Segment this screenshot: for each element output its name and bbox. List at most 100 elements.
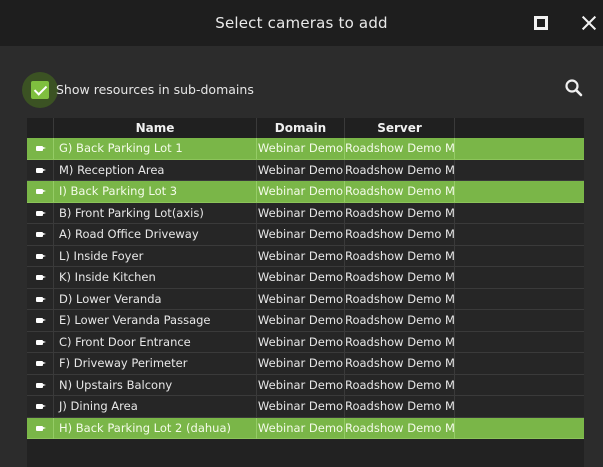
camera-name-cell: L) Inside Foyer xyxy=(54,245,257,267)
domain-cell: Webinar Demo xyxy=(257,396,345,417)
empty-cell xyxy=(455,203,584,224)
empty-cell xyxy=(455,160,584,181)
close-icon[interactable] xyxy=(575,9,603,37)
search-icon[interactable] xyxy=(562,76,586,100)
empty-cell xyxy=(455,332,584,353)
server-cell: Roadshow Demo MSTR xyxy=(345,374,455,396)
camera-icon xyxy=(36,404,46,409)
table-row[interactable]: M) Reception Area Webinar Demo Roadshow De… xyxy=(27,159,584,181)
camera-icon-cell xyxy=(27,224,54,245)
table-row[interactable]: E) Lower Veranda Passage Webinar Demo Road… xyxy=(27,310,584,332)
camera-name-cell: K) Inside Kitchen xyxy=(54,267,257,288)
table-row[interactable]: N) Upstairs Balcony Webinar Demo Roadshow … xyxy=(27,374,584,396)
server-cell: Roadshow Demo MSTR xyxy=(345,310,455,331)
camera-icon xyxy=(36,167,46,173)
camera-icon xyxy=(36,189,46,194)
domain-cell: Webinar Demo xyxy=(257,374,345,396)
table-row[interactable]: A) Road Office Driveway Webinar Demo Roads… xyxy=(27,224,584,246)
column-header-icon xyxy=(27,118,54,138)
server-cell: Roadshow Demo MSTR xyxy=(345,224,455,245)
camera-name-cell: I) Back Parking Lot 3 xyxy=(54,181,257,202)
show-subdomains-checkbox[interactable]: Show resources in sub-domains xyxy=(22,72,282,108)
checkbox-checked-icon[interactable] xyxy=(31,81,49,99)
camera-name-cell: D) Lower Veranda xyxy=(54,288,257,310)
server-cell: Roadshow Demo MSTR xyxy=(345,396,455,417)
table-row[interactable]: B) Front Parking Lot(axis) Webinar Demo Ro… xyxy=(27,202,584,224)
empty-cell xyxy=(455,181,584,202)
server-cell: Roadshow Demo MSTR xyxy=(345,417,455,439)
column-header-domain[interactable]: Domain xyxy=(257,118,345,138)
empty-cell xyxy=(455,246,584,267)
domain-cell: Webinar Demo xyxy=(257,267,345,288)
domain-cell: Webinar Demo xyxy=(257,288,345,310)
camera-name-cell: A) Road Office Driveway xyxy=(54,224,257,245)
camera-icon-cell xyxy=(27,396,54,417)
empty-cell xyxy=(455,289,584,310)
table-row[interactable]: I) Back Parking Lot 3 Webinar Demo Roadsho… xyxy=(27,181,584,203)
camera-icon-cell xyxy=(27,159,54,181)
table-row[interactable]: C) Front Door Entrance Webinar Demo Roadsh… xyxy=(27,331,584,353)
domain-cell: Webinar Demo xyxy=(257,224,345,245)
domain-cell: Webinar Demo xyxy=(257,417,345,439)
camera-icon-cell xyxy=(27,288,54,310)
server-cell: Roadshow Demo MSTR xyxy=(345,288,455,310)
table-body: G) Back Parking Lot 1 Webinar Demo Roadsho… xyxy=(27,138,584,439)
table-row[interactable]: G) Back Parking Lot 1 Webinar Demo Roadsho… xyxy=(27,138,584,160)
table-row[interactable]: D) Lower Veranda Webinar Demo Roadshow Dem… xyxy=(27,288,584,310)
table-row[interactable]: J) Dining Area Webinar Demo Roadshow Demo … xyxy=(27,396,584,418)
domain-cell: Webinar Demo xyxy=(257,310,345,331)
camera-icon xyxy=(36,382,46,388)
column-header-extra xyxy=(455,118,584,138)
empty-cell xyxy=(455,138,584,159)
camera-name-cell: H) Back Parking Lot 2 (dahua) xyxy=(54,417,257,439)
column-header-name[interactable]: Name xyxy=(54,118,257,138)
server-cell: Roadshow Demo MSTR xyxy=(345,353,455,374)
domain-cell: Webinar Demo xyxy=(257,159,345,181)
domain-cell: Webinar Demo xyxy=(257,202,345,224)
cameras-table: Name Domain Server G) Back Parking Lot 1… xyxy=(27,118,584,467)
camera-icon xyxy=(36,210,46,216)
table-row[interactable]: H) Back Parking Lot 2 (dahua) Webinar Dem… xyxy=(27,417,584,439)
camera-icon-cell xyxy=(27,417,54,439)
empty-cell xyxy=(455,310,584,331)
server-cell: Roadshow Demo MSTR xyxy=(345,202,455,224)
camera-icon-cell xyxy=(27,331,54,353)
domain-cell: Webinar Demo xyxy=(257,331,345,353)
camera-name-cell: F) Driveway Perimeter xyxy=(54,353,257,374)
empty-cell xyxy=(455,396,584,417)
camera-name-cell: E) Lower Veranda Passage xyxy=(54,310,257,331)
camera-icon-cell xyxy=(27,310,54,331)
camera-icon xyxy=(36,425,46,431)
camera-icon xyxy=(36,253,46,259)
camera-icon xyxy=(36,275,46,280)
camera-name-cell: G) Back Parking Lot 1 xyxy=(54,138,257,159)
server-cell: Roadshow Demo MSTR xyxy=(345,267,455,288)
camera-icon-cell xyxy=(27,353,54,374)
camera-icon xyxy=(36,296,46,302)
camera-name-cell: B) Front Parking Lot(axis) xyxy=(54,202,257,224)
title-bar: Select cameras to add xyxy=(0,0,603,46)
camera-icon-cell xyxy=(27,202,54,224)
show-subdomains-label: Show resources in sub-domains xyxy=(56,82,254,97)
camera-icon-cell xyxy=(27,267,54,288)
server-cell: Roadshow Demo MSTR xyxy=(345,159,455,181)
empty-cell xyxy=(455,224,584,245)
domain-cell: Webinar Demo xyxy=(257,353,345,374)
camera-icon-cell xyxy=(27,138,54,159)
server-cell: Roadshow Demo MSTR xyxy=(345,331,455,353)
camera-name-cell: M) Reception Area xyxy=(54,159,257,181)
dialog-title: Select cameras to add xyxy=(215,14,388,32)
camera-icon-cell xyxy=(27,245,54,267)
maximize-icon[interactable] xyxy=(534,16,548,30)
empty-cell xyxy=(455,353,584,374)
camera-name-cell: N) Upstairs Balcony xyxy=(54,374,257,396)
camera-icon xyxy=(36,318,46,323)
domain-cell: Webinar Demo xyxy=(257,245,345,267)
camera-icon xyxy=(36,232,46,237)
empty-cell xyxy=(455,267,584,288)
table-row[interactable]: K) Inside Kitchen Webinar Demo Roadshow De… xyxy=(27,267,584,289)
table-row[interactable]: F) Driveway Perimeter Webinar Demo Roadsho… xyxy=(27,353,584,375)
table-header: Name Domain Server xyxy=(27,118,584,138)
table-row[interactable]: L) Inside Foyer Webinar Demo Roadshow Demo… xyxy=(27,245,584,267)
column-header-server[interactable]: Server xyxy=(345,118,455,138)
